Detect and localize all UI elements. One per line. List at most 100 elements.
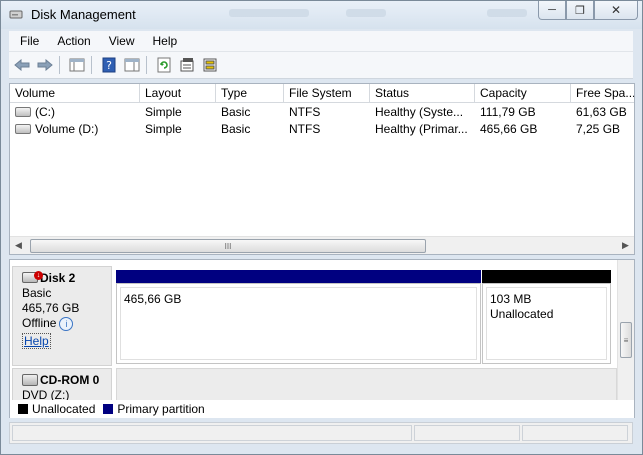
status-bar: [9, 422, 633, 444]
partition-size: 103 MB: [490, 292, 532, 306]
column-header-layout[interactable]: Layout: [140, 84, 216, 102]
partition-inner: 465,66 GB: [120, 287, 477, 360]
partition-primary[interactable]: 465,66 GB: [116, 270, 481, 364]
menu-bar: File Action View Help: [9, 31, 633, 52]
maximize-button[interactable]: ❐: [566, 1, 594, 20]
console-tree-icon: [69, 58, 85, 72]
partition-unallocated[interactable]: 103 MB Unallocated: [482, 270, 611, 364]
back-arrow-icon: [14, 59, 30, 71]
title-bar[interactable]: Disk Management ─ ❐ ✕: [1, 1, 642, 29]
disk-graphical-pane: ↓ Disk 2 Basic 465,76 GB Offline i Help 46…: [9, 259, 635, 405]
layout-cell: Simple: [145, 105, 182, 119]
toolbar-separator: [146, 56, 147, 74]
show-action-pane-button[interactable]: [122, 56, 142, 74]
svg-text:?: ?: [106, 59, 112, 72]
menu-action[interactable]: Action: [50, 34, 97, 48]
refresh-icon: [157, 57, 171, 73]
column-header-status[interactable]: Status: [370, 84, 475, 102]
rescan-disks-icon: [203, 58, 217, 72]
cdrom-icon: [22, 373, 38, 386]
help-icon: ?: [102, 57, 116, 73]
scroll-grip: III: [224, 241, 232, 251]
status-segment: [414, 425, 520, 441]
horizontal-scroll-thumb[interactable]: III: [30, 239, 426, 253]
scroll-left-arrow-icon[interactable]: ◀: [10, 237, 27, 254]
title-blur: [487, 9, 527, 17]
show-hide-console-tree-button[interactable]: [67, 56, 87, 74]
disk-pane-vertical-scrollbar[interactable]: ≡: [617, 260, 634, 404]
legend-swatch-primary: [103, 404, 114, 414]
disk-type: Basic: [22, 286, 52, 300]
info-icon[interactable]: i: [59, 316, 74, 331]
refresh-button[interactable]: [154, 56, 174, 74]
file-system-cell: NTFS: [289, 105, 321, 119]
disk-size: 465,76 GB: [22, 301, 80, 315]
table-row[interactable]: (C:) Simple Basic NTFS Healthy (Syste...…: [10, 104, 634, 121]
minimize-button[interactable]: ─: [538, 1, 566, 20]
type-cell: Basic: [221, 122, 251, 136]
volume-name: (C:): [35, 105, 55, 119]
cdrom-0-info[interactable]: CD-ROM 0 DVD (Z:): [12, 368, 112, 404]
help-link[interactable]: Help: [22, 333, 51, 349]
toolbar-separator: [59, 56, 60, 74]
disk-management-window: Disk Management ─ ❐ ✕ File Action View H…: [0, 0, 643, 455]
close-icon: ✕: [610, 3, 622, 17]
type-cell: Basic: [221, 105, 251, 119]
legend: Unallocated Primary partition: [9, 400, 635, 418]
forward-button[interactable]: [35, 56, 55, 74]
column-header-free-space[interactable]: Free Spa...: [571, 84, 634, 102]
column-header-volume[interactable]: Volume: [10, 84, 140, 102]
menu-view[interactable]: View: [102, 34, 142, 48]
free-space-cell: 7,25 GB: [576, 122, 621, 136]
toolbar: ?: [9, 52, 633, 79]
restore-icon: ❐: [575, 4, 585, 17]
close-button[interactable]: ✕: [594, 1, 638, 20]
volume-cell: Volume (D:): [10, 121, 140, 138]
layout-cell: Simple: [145, 122, 182, 136]
title-blur: [346, 9, 386, 17]
status-segment: [12, 425, 412, 441]
scroll-right-arrow-icon[interactable]: ▶: [617, 237, 634, 254]
disk-state: Offline: [22, 316, 57, 330]
free-space-cell: 61,63 GB: [576, 105, 627, 119]
table-row[interactable]: Volume (D:) Simple Basic NTFS Healthy (P…: [10, 121, 634, 138]
menu-help[interactable]: Help: [146, 34, 185, 48]
back-button[interactable]: [12, 56, 32, 74]
properties-icon: [180, 58, 194, 72]
capacity-cell: 465,66 GB: [480, 122, 538, 136]
drive-icon: [15, 106, 31, 117]
partition-body: 465,66 GB: [116, 283, 481, 364]
menu-file[interactable]: File: [13, 34, 46, 48]
volume-list-horizontal-scrollbar[interactable]: ◀ III ▶: [10, 236, 634, 254]
column-header-file-system[interactable]: File System: [284, 84, 370, 102]
offline-disk-icon: ↓: [22, 271, 43, 284]
column-header-capacity[interactable]: Capacity: [475, 84, 571, 102]
properties-button[interactable]: [177, 56, 197, 74]
status-segment: [522, 425, 628, 441]
properties-pane-icon: [124, 58, 140, 72]
disk-name: Disk 2: [40, 271, 76, 285]
legend-label-unallocated: Unallocated: [32, 402, 96, 416]
cdrom-name: CD-ROM 0: [40, 373, 100, 387]
window-title: Disk Management: [31, 7, 136, 22]
disk-management-app-icon: [9, 10, 23, 19]
partition-color-bar: [116, 270, 481, 283]
vertical-scroll-thumb[interactable]: ≡: [620, 322, 632, 358]
cdrom-0-row: CD-ROM 0 DVD (Z:): [10, 368, 617, 404]
help-button[interactable]: ?: [99, 56, 119, 74]
rescan-disks-button[interactable]: [200, 56, 220, 74]
disk-2-info[interactable]: ↓ Disk 2 Basic 465,76 GB Offline i Help: [12, 266, 112, 366]
column-header-type[interactable]: Type: [216, 84, 284, 102]
capacity-cell: 111,79 GB: [480, 105, 536, 119]
legend-label-primary: Primary partition: [117, 402, 205, 416]
partition-body: 103 MB Unallocated: [482, 283, 611, 364]
toolbar-separator: [91, 56, 92, 74]
partition-color-bar: [482, 270, 611, 283]
scroll-grip: ≡: [623, 335, 629, 345]
volume-list-header: Volume Layout Type File System Status Ca…: [10, 84, 634, 103]
window-controls: ─ ❐ ✕: [538, 1, 638, 21]
status-cell: Healthy (Syste...: [375, 105, 464, 119]
volume-name: Volume (D:): [35, 122, 99, 136]
legend-swatch-unallocated: [18, 404, 28, 414]
forward-arrow-icon: [37, 59, 53, 71]
